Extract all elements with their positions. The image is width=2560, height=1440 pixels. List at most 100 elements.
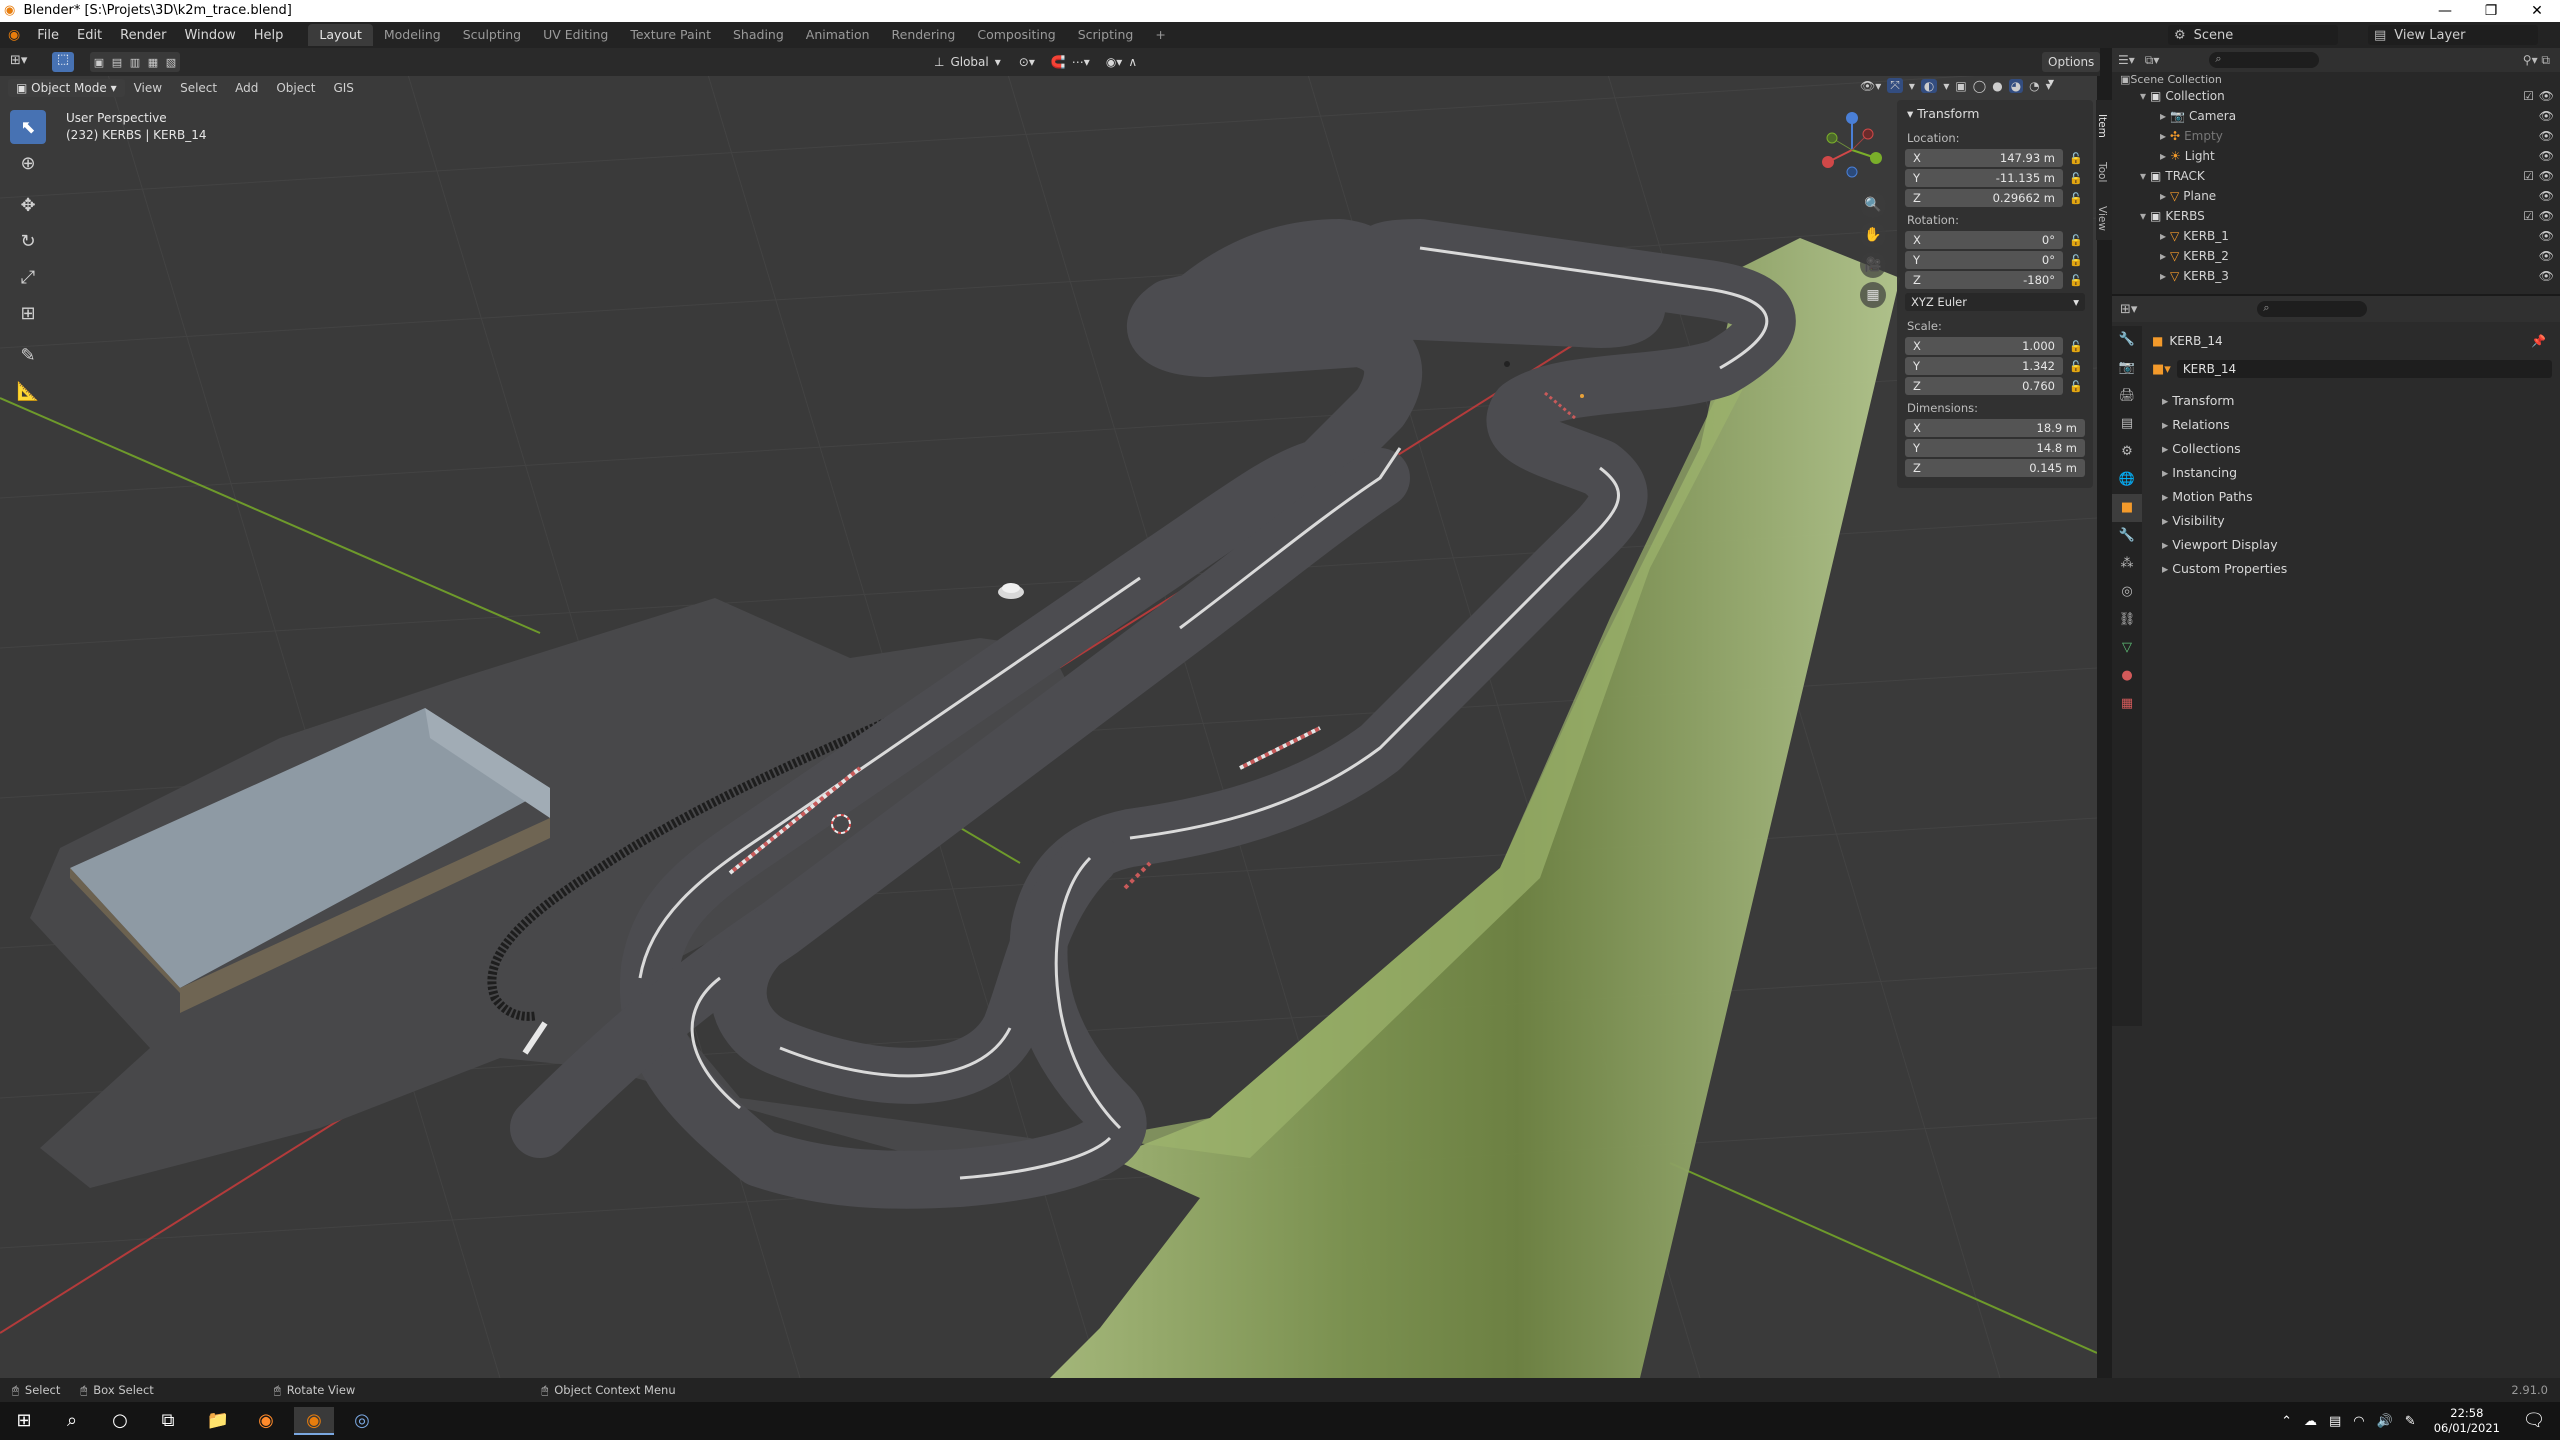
measure-tool-icon[interactable]: 📐 bbox=[10, 374, 46, 408]
close-button[interactable]: ✕ bbox=[2514, 0, 2560, 22]
disclosure-arrow-icon[interactable]: ▸ bbox=[2160, 269, 2166, 283]
visibility-eye-icon[interactable]: 👁 bbox=[2539, 129, 2554, 143]
snap-target-icon[interactable]: ⋯▾ bbox=[1072, 55, 1090, 69]
rotation-x-field[interactable]: X 0° bbox=[1905, 231, 2063, 249]
lock-icon[interactable]: 🔓 bbox=[2067, 254, 2085, 267]
notifications-icon[interactable]: 🗨 bbox=[2514, 1407, 2554, 1435]
dimensions-y-field[interactable]: Y 14.8 m bbox=[1905, 439, 2085, 457]
viewport-scene[interactable] bbox=[0, 48, 2097, 1378]
lock-icon[interactable]: 🔓 bbox=[2067, 360, 2085, 373]
outliner-row-light[interactable]: ▸ ☀ Light 👁 bbox=[2112, 146, 2560, 166]
menu-file[interactable]: File bbox=[28, 28, 68, 43]
wifi-icon[interactable]: ◠ bbox=[2353, 1414, 2364, 1429]
disclosure-arrow-icon[interactable]: ▸ bbox=[2160, 189, 2166, 203]
pivot-icon[interactable]: ⊙▾ bbox=[1019, 55, 1035, 69]
view-layer-selector[interactable]: View Layer bbox=[2394, 28, 2465, 43]
texture-tab-icon[interactable]: ▦ bbox=[2112, 690, 2142, 718]
exclude-checkbox[interactable]: ☑ bbox=[2523, 89, 2534, 103]
filter-icon[interactable]: ⚲▾ ⧉ bbox=[2523, 53, 2550, 68]
menu-edit[interactable]: Edit bbox=[68, 28, 111, 43]
menu-add[interactable]: Add bbox=[226, 81, 267, 95]
tab-rendering[interactable]: Rendering bbox=[881, 24, 967, 46]
tab-item[interactable]: Item bbox=[2096, 106, 2108, 146]
render-tab-icon[interactable]: 📷 bbox=[2112, 354, 2142, 382]
visibility-eye-icon[interactable]: 👁 bbox=[2539, 169, 2554, 183]
material-tab-icon[interactable]: ● bbox=[2112, 662, 2142, 690]
taskbar-time[interactable]: 22:58 bbox=[2434, 1406, 2500, 1421]
dimensions-x-field[interactable]: X 18.9 m bbox=[1905, 419, 2085, 437]
lock-icon[interactable]: 🔓 bbox=[2067, 380, 2085, 393]
pen-icon[interactable]: ✎ bbox=[2405, 1414, 2416, 1429]
snap-icon[interactable]: 🧲 bbox=[1051, 55, 1066, 69]
physics-tab-icon[interactable]: ◎ bbox=[2112, 578, 2142, 606]
blender-taskbar-icon[interactable]: ◉ bbox=[294, 1407, 334, 1435]
tab-sculpting[interactable]: Sculpting bbox=[452, 24, 532, 46]
disclosure-arrow-icon[interactable]: ▾ bbox=[2140, 89, 2146, 103]
tool-tab-icon[interactable]: 🔧 bbox=[2112, 326, 2142, 354]
firefox-icon[interactable]: ◉ bbox=[246, 1407, 286, 1435]
exclude-checkbox[interactable]: ☑ bbox=[2523, 209, 2534, 223]
location-y-field[interactable]: Y -11.135 m bbox=[1905, 169, 2063, 187]
output-tab-icon[interactable]: 🖨 bbox=[2112, 382, 2142, 410]
disclosure-arrow-icon[interactable]: ▾ bbox=[2140, 209, 2146, 223]
visibility-eye-icon[interactable]: 👁 bbox=[2539, 189, 2554, 203]
lock-icon[interactable]: 🔓 bbox=[2067, 152, 2085, 165]
tab-layout[interactable]: Layout bbox=[308, 24, 373, 46]
3d-viewport[interactable] bbox=[0, 48, 2097, 1378]
visibility-eye-icon[interactable]: 👁 bbox=[2539, 209, 2554, 223]
solid-shading-icon[interactable]: ● bbox=[1992, 79, 2002, 93]
shading-dropdown-icon[interactable]: ▾ bbox=[2046, 79, 2052, 93]
scene-selector[interactable]: Scene bbox=[2194, 28, 2234, 43]
add-workspace-button[interactable]: + bbox=[1144, 24, 1176, 46]
windows-start-icon[interactable]: ⊞ bbox=[4, 1407, 44, 1435]
rotate-tool-icon[interactable]: ↻ bbox=[10, 224, 46, 258]
transform-tool-icon[interactable]: ⊞ bbox=[10, 296, 46, 330]
outliner-row-empty[interactable]: ▸ ✣ Empty 👁 bbox=[2112, 126, 2560, 146]
disclosure-arrow-icon[interactable]: ▸ bbox=[2160, 129, 2166, 143]
location-z-field[interactable]: Z 0.29662 m bbox=[1905, 189, 2063, 207]
select-box-tool-icon[interactable]: ⬉ bbox=[10, 110, 46, 144]
menu-view[interactable]: View bbox=[125, 81, 171, 95]
outliner-search-input[interactable]: ⌕ bbox=[2209, 52, 2320, 68]
exclude-checkbox[interactable]: ☑ bbox=[2523, 169, 2534, 183]
menu-window[interactable]: Window bbox=[175, 28, 244, 43]
cursor-tool-icon[interactable]: ⊕ bbox=[10, 146, 46, 180]
outliner-row-kerbs[interactable]: ▾ ▣ KERBS ☑ 👁 bbox=[2112, 206, 2560, 226]
visibility-icon[interactable]: 👁▾ bbox=[1860, 79, 1881, 93]
tab-scripting[interactable]: Scripting bbox=[1067, 24, 1145, 46]
move-tool-icon[interactable]: ✥ bbox=[10, 188, 46, 222]
panel-instancing[interactable]: ▸ Instancing bbox=[2152, 460, 2552, 484]
panel-viewport-display[interactable]: ▸ Viewport Display bbox=[2152, 532, 2552, 556]
disclosure-arrow-icon[interactable]: ▾ bbox=[2140, 169, 2146, 183]
tab-compositing[interactable]: Compositing bbox=[966, 24, 1066, 46]
visibility-eye-icon[interactable]: 👁 bbox=[2539, 269, 2554, 283]
object-browse-icon[interactable]: ■▾ bbox=[2152, 362, 2171, 377]
tab-modeling[interactable]: Modeling bbox=[373, 24, 452, 46]
blender-menu-icon[interactable]: ◉ bbox=[0, 27, 28, 43]
outliner-row-collection[interactable]: ▾ ▣ Collection ☑ 👁 bbox=[2112, 86, 2560, 106]
world-tab-icon[interactable]: 🌐 bbox=[2112, 466, 2142, 494]
transform-orientation-dropdown[interactable]: Global bbox=[950, 55, 988, 69]
options-dropdown[interactable]: Options bbox=[2048, 55, 2094, 69]
scale-z-field[interactable]: Z 0.760 bbox=[1905, 377, 2063, 395]
visibility-eye-icon[interactable]: 👁 bbox=[2539, 109, 2554, 123]
rendered-shading-icon[interactable]: ◔ bbox=[2029, 79, 2039, 93]
menu-gis[interactable]: GIS bbox=[324, 81, 362, 95]
scale-x-field[interactable]: X 1.000 bbox=[1905, 337, 2063, 355]
outliner-editor-icon[interactable]: ☰▾ bbox=[2118, 53, 2135, 67]
network-icon[interactable]: ▤ bbox=[2329, 1414, 2341, 1429]
visibility-eye-icon[interactable]: 👁 bbox=[2539, 149, 2554, 163]
proportional-edit-icon[interactable]: ◉▾ bbox=[1106, 55, 1123, 69]
disclosure-arrow-icon[interactable]: ▸ bbox=[2160, 249, 2166, 263]
scene-tab-icon[interactable]: ⚙ bbox=[2112, 438, 2142, 466]
navigation-gizmo[interactable] bbox=[1812, 110, 1892, 190]
rotation-z-field[interactable]: Z -180° bbox=[1905, 271, 2063, 289]
visibility-eye-icon[interactable]: 👁 bbox=[2539, 229, 2554, 243]
outliner-row-plane[interactable]: ▸ ▽ Plane 👁 bbox=[2112, 186, 2560, 206]
panel-motion-paths[interactable]: ▸ Motion Paths bbox=[2152, 484, 2552, 508]
outliner-row-track[interactable]: ▾ ▣ TRACK ☑ 👁 bbox=[2112, 166, 2560, 186]
location-x-field[interactable]: X 147.93 m bbox=[1905, 149, 2063, 167]
panel-custom-properties[interactable]: ▸ Custom Properties bbox=[2152, 556, 2552, 580]
tab-uv-editing[interactable]: UV Editing bbox=[532, 24, 619, 46]
visibility-eye-icon[interactable]: 👁 bbox=[2539, 249, 2554, 263]
